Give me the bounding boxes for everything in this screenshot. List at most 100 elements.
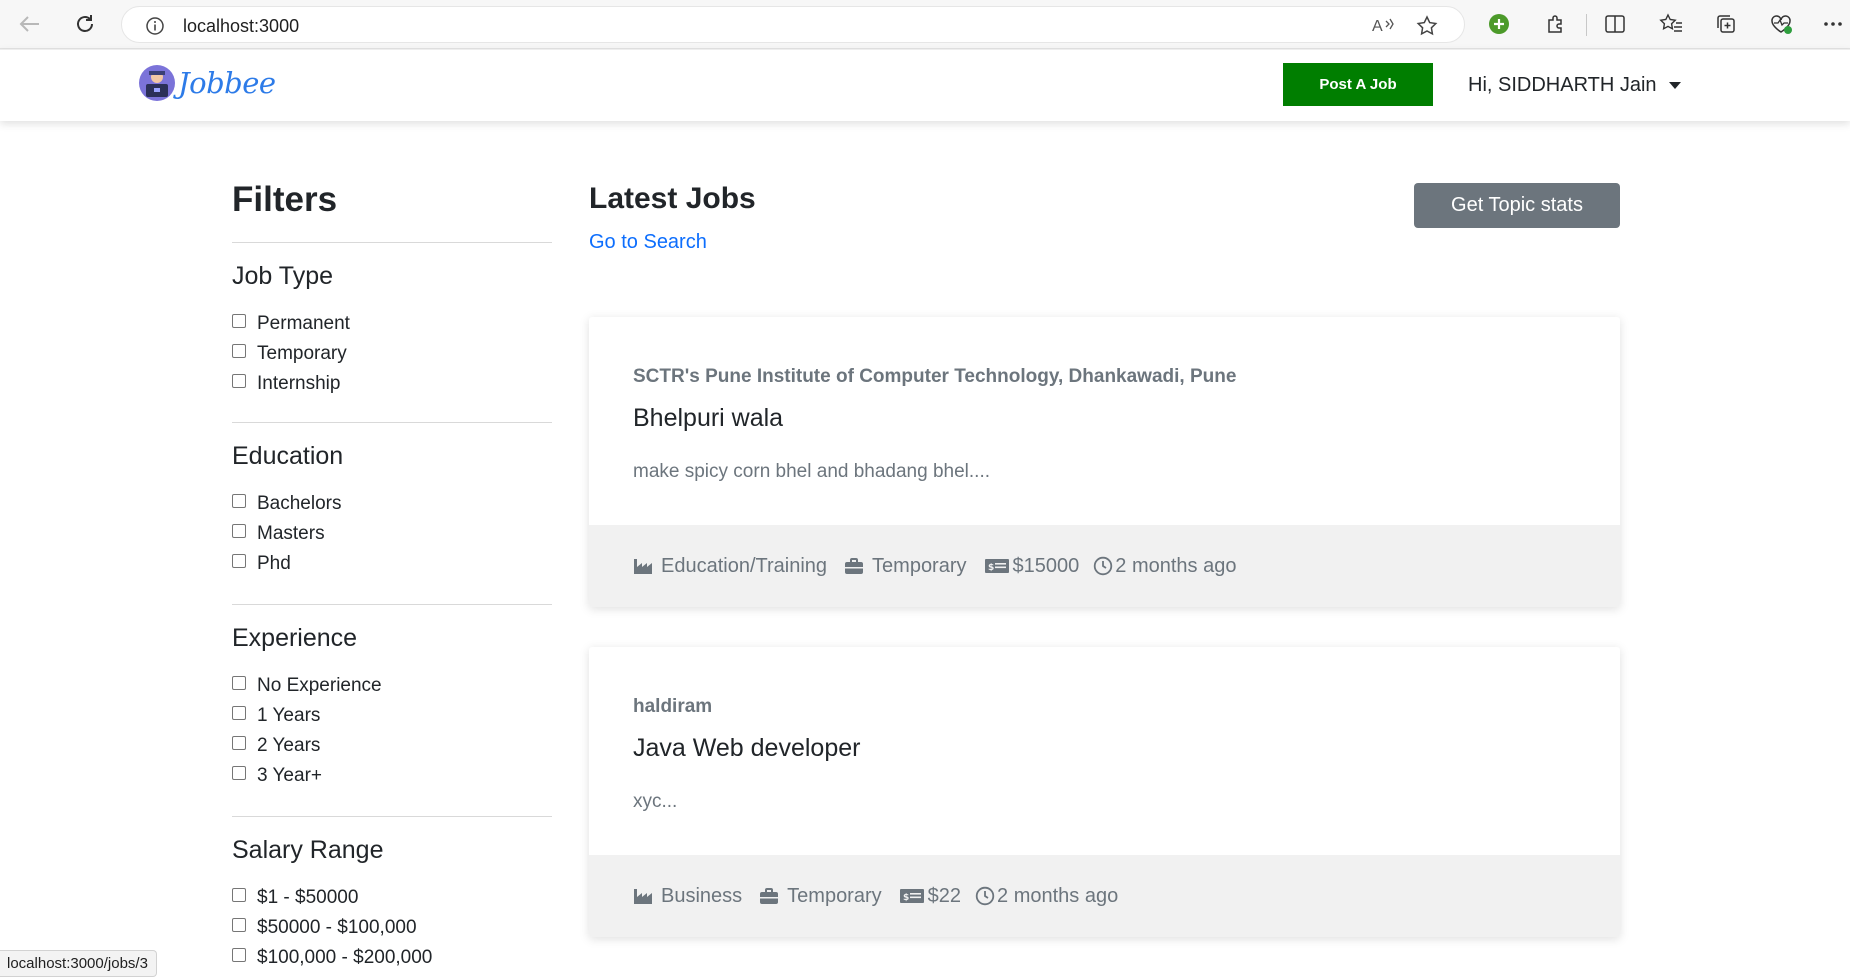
job-type: Temporary	[759, 884, 882, 908]
industry-icon	[634, 889, 652, 904]
industry-icon	[634, 559, 652, 574]
checkbox[interactable]	[232, 524, 246, 538]
filter-option[interactable]: Temporary	[232, 339, 552, 369]
job-title[interactable]: Java Web developer	[633, 734, 860, 763]
site-info-icon[interactable]	[145, 16, 165, 41]
clock-icon	[1094, 556, 1113, 576]
read-aloud-icon[interactable]: A	[1372, 15, 1396, 40]
filter-option[interactable]: 3 Year+	[232, 761, 552, 791]
filter-option[interactable]: $50000 - $100,000	[232, 913, 552, 943]
toolbar-divider	[1586, 14, 1587, 36]
checkbox[interactable]	[232, 494, 246, 508]
filter-option[interactable]: Internship	[232, 369, 552, 399]
svg-text:A: A	[1372, 18, 1383, 35]
job-posted: 2 months ago	[1093, 555, 1236, 578]
filter-salary-range: Salary Range $1 - $50000 $50000 - $100,0…	[232, 817, 552, 973]
site-navbar: Jobbee Post A Job Hi, SIDDHARTH Jain	[0, 49, 1850, 121]
checkbox[interactable]	[232, 918, 246, 932]
split-screen-icon[interactable]	[1598, 8, 1632, 40]
job-industry: Education/Training	[633, 555, 827, 578]
industry-label: Business	[661, 884, 743, 907]
user-dropdown[interactable]: Hi, SIDDHARTH Jain	[1468, 74, 1681, 97]
svg-text:$: $	[988, 563, 994, 573]
collections-icon[interactable]	[1709, 8, 1743, 40]
browser-toolbar: localhost:3000 A	[0, 0, 1850, 49]
favorite-star-icon[interactable]	[1416, 15, 1438, 42]
favorites-list-icon[interactable]	[1654, 8, 1688, 40]
option-label: 3 Year+	[257, 765, 322, 786]
checkbox[interactable]	[232, 948, 246, 962]
filter-job-type: Job Type Permanent Temporary Internship	[232, 243, 552, 422]
checkbox[interactable]	[232, 344, 246, 358]
option-label: $1 - $50000	[257, 887, 359, 908]
job-meta-bar: Business Temporary $ $22 2 months ago	[589, 855, 1620, 937]
checkbox[interactable]	[232, 676, 246, 690]
page-title: Latest Jobs	[589, 182, 756, 215]
option-label: Internship	[257, 373, 341, 394]
checkbox[interactable]	[232, 736, 246, 750]
filter-section-title: Salary Range	[232, 836, 384, 864]
job-company: haldiram	[633, 696, 713, 717]
salary-label: $15000	[1012, 554, 1080, 577]
svg-text:$: $	[903, 893, 909, 903]
logo-mark-icon	[139, 65, 175, 101]
option-label: 2 Years	[257, 735, 321, 756]
money-bill-icon: $	[984, 559, 1009, 573]
filter-experience: Experience No Experience 1 Years 2 Years…	[232, 605, 552, 816]
filter-option[interactable]: $100,000 - $200,000	[232, 943, 552, 973]
back-arrow-icon[interactable]	[13, 8, 47, 40]
job-type-label: Temporary	[787, 884, 882, 907]
option-label: Phd	[257, 553, 291, 574]
option-label: 1 Years	[257, 705, 321, 726]
filter-option[interactable]: 2 Years	[232, 731, 552, 761]
filter-option[interactable]: 1 Years	[232, 701, 552, 731]
filter-option[interactable]: $1 - $50000	[232, 883, 552, 913]
filter-section-title: Job Type	[232, 262, 334, 290]
briefcase-icon	[845, 558, 864, 574]
url-text[interactable]: localhost:3000	[183, 16, 299, 37]
job-title[interactable]: Bhelpuri wala	[633, 404, 783, 433]
brand-logo[interactable]: Jobbee	[139, 65, 276, 101]
clock-icon	[975, 886, 995, 906]
checkbox[interactable]	[232, 374, 246, 388]
filter-option[interactable]: Masters	[232, 519, 552, 549]
job-type-label: Temporary	[872, 554, 967, 577]
filter-section-title: Experience	[232, 624, 358, 652]
more-menu-icon[interactable]	[1816, 8, 1850, 40]
job-description: xyc...	[633, 791, 678, 812]
filters-title: Filters	[232, 180, 338, 219]
checkbox[interactable]	[232, 766, 246, 780]
refresh-icon[interactable]	[68, 8, 102, 40]
job-card[interactable]: SCTR's Pune Institute of Computer Techno…	[589, 317, 1620, 607]
filter-education: Education Bachelors Masters Phd	[232, 423, 552, 604]
extension-plus-icon[interactable]	[1482, 8, 1516, 40]
go-to-search-link[interactable]: Go to Search	[589, 231, 707, 254]
filter-option[interactable]: Permanent	[232, 309, 552, 339]
post-job-button[interactable]: Post A Job	[1283, 63, 1433, 106]
option-label: Permanent	[257, 313, 350, 334]
filter-option[interactable]: Phd	[232, 549, 552, 579]
option-label: Bachelors	[257, 493, 342, 514]
checkbox[interactable]	[232, 888, 246, 902]
filter-option[interactable]: Bachelors	[232, 489, 552, 519]
checkbox[interactable]	[232, 706, 246, 720]
job-description: make spicy corn bhel and bhadang bhel...…	[633, 461, 991, 482]
checkbox[interactable]	[232, 554, 246, 568]
option-label: No Experience	[257, 675, 382, 696]
filter-section-title: Education	[232, 442, 344, 470]
caret-down-icon	[1668, 82, 1681, 89]
checkbox[interactable]	[232, 314, 246, 328]
filter-option[interactable]: No Experience	[232, 671, 552, 701]
option-label: Temporary	[257, 343, 347, 364]
option-label: $50000 - $100,000	[257, 917, 417, 938]
browser-essentials-icon[interactable]	[1764, 8, 1798, 40]
job-card[interactable]: haldiram Java Web developer xyc... Busin…	[589, 647, 1620, 937]
money-bill-icon: $	[899, 889, 924, 903]
job-salary: $ $22	[899, 885, 961, 908]
extensions-puzzle-icon[interactable]	[1538, 8, 1572, 40]
address-bar[interactable]: localhost:3000 A	[121, 6, 1465, 43]
status-url-tooltip: localhost:3000/jobs/3	[0, 950, 157, 977]
user-greeting: Hi, SIDDHARTH Jain	[1468, 74, 1657, 96]
job-company: SCTR's Pune Institute of Computer Techno…	[633, 366, 1237, 387]
get-topic-stats-button[interactable]: Get Topic stats	[1414, 183, 1620, 228]
